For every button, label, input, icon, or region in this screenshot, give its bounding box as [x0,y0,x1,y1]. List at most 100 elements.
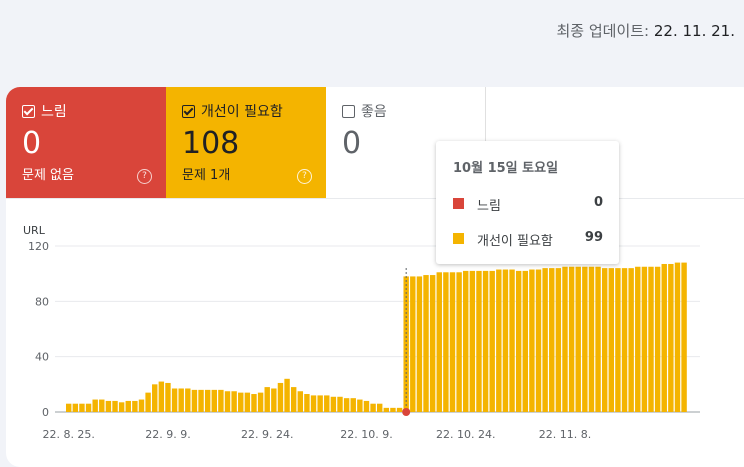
bar [310,395,317,412]
tooltip-title: 10월 15일 토요일 [453,161,559,176]
bar [277,382,284,412]
bar [357,399,363,412]
bar [449,272,456,412]
hover-marker [402,408,411,416]
bar [218,389,224,412]
y-tick-label: 0 [42,406,49,419]
bar [595,266,601,412]
bar [582,266,588,412]
bar [502,269,509,412]
y-tick-label: 40 [35,351,49,364]
bar [290,387,297,412]
bar [224,391,231,412]
bar [72,403,79,412]
bar [635,266,641,412]
bar [99,399,105,412]
bar [211,389,217,412]
bar [118,402,125,412]
bar [456,272,462,412]
bar [674,262,681,412]
bar [244,392,251,412]
bar [125,400,131,412]
bar [271,388,277,412]
bar [257,392,264,412]
bar [416,276,423,412]
tooltip-row-value: 99 [584,230,603,245]
bar [509,269,515,412]
bar [79,403,85,412]
bar [648,266,654,412]
bar [489,270,495,412]
bar [138,399,145,412]
bar [496,269,502,412]
x-tick-label: 22. 8. 25. [42,428,94,441]
bar [463,270,469,412]
y-tick-label: 120 [28,240,49,253]
bar [284,378,290,412]
bar [165,382,171,412]
bar [92,399,98,412]
x-tick-label: 22. 10. 9. [340,428,392,441]
bar [621,268,628,412]
bar [661,263,667,412]
bar [396,407,403,412]
bar [337,396,343,412]
bar [482,270,489,412]
bar [476,270,482,412]
bar [297,391,304,412]
bar [145,392,151,412]
bar [304,394,310,412]
bar [436,272,442,412]
bar [132,400,138,412]
tooltip-row-needs: 개선이 필요함 99 [453,230,603,250]
tooltip-row-name: 개선이 필요함 [477,234,553,249]
url-bar-chart[interactable]: URL 0 40 80 120 22. 8. 25. 22. 9. 9. 22. 9. 24.… [0,0,744,453]
tooltip-swatch-slow [453,198,464,209]
bar [251,394,257,412]
bar [410,276,416,412]
tooltip-row-value: 0 [593,195,603,210]
bar [112,400,118,412]
tooltip-swatch-needs [453,233,464,244]
bar [588,266,595,412]
bar [568,266,575,412]
bar [535,269,542,412]
bar [350,398,356,412]
bar [198,389,204,412]
bar [549,268,555,412]
bar [641,266,648,412]
bar [515,270,522,412]
bar [171,388,178,412]
bar [185,388,191,412]
bar [152,384,158,412]
bar [238,392,244,412]
tooltip-row-name: 느림 [477,199,501,214]
bar [343,398,350,412]
bar [529,269,535,412]
bar [204,389,211,412]
x-tick-label: 22. 9. 9. [145,428,190,441]
bar [654,266,661,412]
bar [601,268,608,412]
x-tick-label: 22. 9. 24. [241,428,293,441]
y-tick-label: 80 [35,295,49,308]
y-axis-label: URL [23,224,46,237]
bar [66,403,72,412]
bar [85,403,92,412]
chart-tooltip: 10월 15일 토요일 느림 0 개선이 필요함 99 [436,141,619,264]
bar [681,262,687,412]
tooltip-row-slow: 느림 0 [453,195,603,215]
x-tick-label: 22. 11. 8. [539,428,591,441]
bar [363,400,370,412]
bar [628,268,634,412]
bar [383,407,390,412]
bar [608,268,615,412]
x-tick-label: 22. 10. 24. [436,428,495,441]
bar [390,407,396,412]
bar [429,275,436,412]
bar [668,263,674,412]
bar [562,266,568,412]
bar [542,268,548,412]
bar [575,266,581,412]
bar [317,395,323,412]
